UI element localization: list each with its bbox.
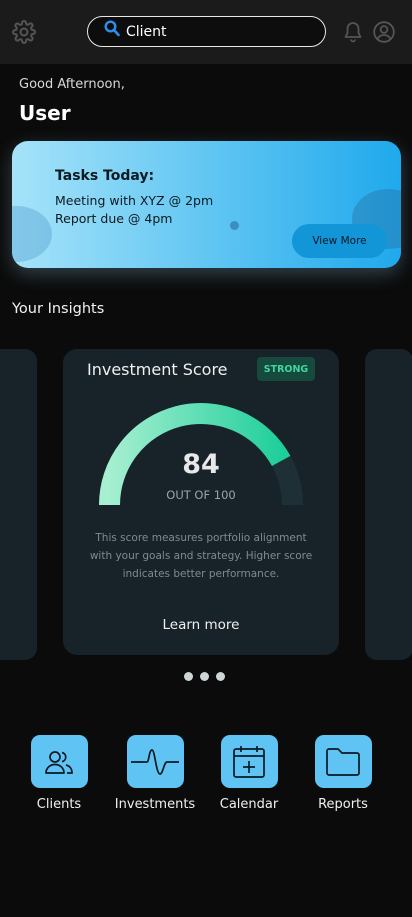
pager-dot[interactable] (216, 672, 225, 681)
next-insight-card[interactable] (365, 349, 412, 660)
folder-icon (326, 747, 360, 776)
calendar-icon (233, 745, 265, 778)
nav-label: Clients (36, 797, 82, 812)
gear-icon[interactable] (12, 20, 36, 44)
prev-insight-card[interactable] (0, 349, 37, 660)
greeting-text: Good Afternoon, (19, 77, 125, 92)
decorative-blob (12, 206, 52, 262)
tasks-title: Tasks Today: (55, 168, 155, 184)
nav-investments[interactable]: Investments (110, 735, 200, 812)
top-bar: Client (0, 0, 412, 64)
pager-dot[interactable] (184, 672, 193, 681)
nav-clients[interactable]: Clients (14, 735, 104, 812)
score-description: This score measures portfolio alignment … (89, 532, 313, 580)
search-icon (104, 20, 120, 37)
insights-heading: Your Insights (12, 301, 105, 317)
user-icon[interactable] (373, 21, 395, 43)
task-item: Report due @ 4pm (55, 211, 173, 226)
task-item: Meeting with XYZ @ 2pm (55, 193, 214, 208)
status-badge: STRONG (257, 357, 315, 381)
investments-tile[interactable] (126, 735, 184, 788)
reports-tile[interactable] (314, 735, 372, 788)
carousel-pager (184, 672, 225, 681)
nav-label: Investments (114, 797, 196, 812)
nav-label: Calendar (219, 797, 279, 812)
users-icon (45, 750, 73, 774)
bell-icon[interactable] (343, 21, 363, 43)
view-more-button[interactable]: View More (292, 224, 387, 258)
pager-dot[interactable] (200, 672, 209, 681)
nav-reports[interactable]: Reports (298, 735, 388, 812)
tasks-today-card: Tasks Today: Meeting with XYZ @ 2pm Repo… (12, 141, 401, 268)
search-bar[interactable]: Client (87, 16, 326, 47)
card-title: Investment Score (87, 360, 228, 379)
decorative-dot (230, 221, 239, 230)
investment-score-card: Investment Score STRONG 84 OUT OF 100 Th… (63, 349, 339, 655)
nav-label: Reports (318, 797, 368, 812)
learn-more-link[interactable]: Learn more (63, 617, 339, 633)
clients-tile[interactable] (30, 735, 88, 788)
pulse-icon (131, 748, 179, 775)
user-name: User (19, 101, 71, 125)
score-value: 84 (182, 449, 220, 480)
nav-calendar[interactable]: Calendar (204, 735, 294, 812)
calendar-tile[interactable] (220, 735, 278, 788)
score-max: OUT OF 100 (166, 488, 236, 502)
search-input[interactable]: Client (126, 24, 167, 40)
